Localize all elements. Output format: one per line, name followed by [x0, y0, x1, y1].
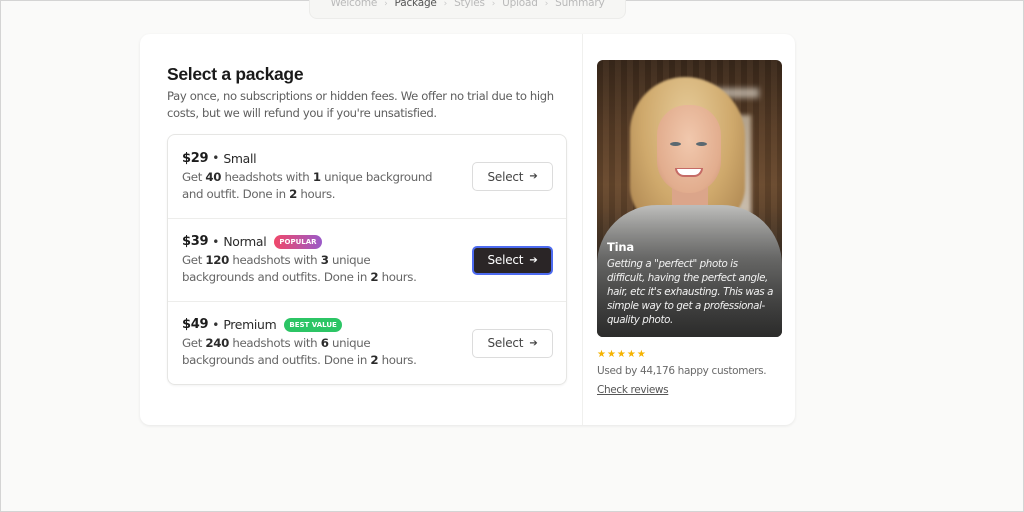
testimonial-text: Getting a "perfect" photo is difficult, … [607, 258, 774, 326]
delivery-hours: 2 [289, 186, 297, 201]
photo-face [657, 105, 721, 193]
separator-dot: • [212, 317, 220, 332]
package-header: $49 • Premium BEST VALUE [182, 317, 472, 332]
button-label: Select [487, 169, 524, 184]
headshot-count: 120 [205, 253, 229, 267]
desc-text: Get [182, 253, 206, 267]
testimonial-panel: Tina Getting a "perfect" photo is diffic… [582, 34, 795, 425]
desc-text: Get [182, 169, 206, 184]
separator-dot: • [212, 234, 220, 249]
page-subtitle: Pay once, no subscriptions or hidden fee… [167, 89, 554, 120]
photo-eye [670, 142, 681, 146]
chevron-right-icon: › [443, 0, 448, 9]
package-name: Normal [223, 234, 267, 249]
select-small-button[interactable]: Select ➔ [472, 162, 553, 191]
background-count: 3 [320, 253, 329, 267]
package-price: $29 [182, 150, 209, 166]
button-label: Select [487, 253, 524, 267]
customer-count: Used by 44,176 happy customers. [597, 365, 767, 377]
desc-text: headshots with [228, 253, 321, 267]
chevron-right-icon: › [384, 0, 388, 9]
package-option-small: $29 • Small Get 40 headshots with 1 uniq… [168, 135, 566, 218]
package-price: $49 [182, 317, 209, 332]
package-list: $29 • Small Get 40 headshots with 1 uniq… [167, 134, 567, 385]
package-description: Get 240 headshots with 6 unique backgrou… [182, 335, 442, 369]
breadcrumb-step-welcome[interactable]: Welcome [331, 0, 378, 9]
chevron-right-icon: › [544, 0, 549, 9]
select-premium-button[interactable]: Select ➔ [472, 328, 553, 358]
testimonial-photo: Tina Getting a "perfect" photo is diffic… [597, 60, 782, 337]
desc-text: headshots with [221, 169, 313, 184]
headshot-count: 240 [205, 336, 229, 350]
best-value-badge: BEST VALUE [284, 317, 342, 332]
background-count: 6 [320, 336, 329, 350]
breadcrumb-step-summary[interactable]: Summary [555, 0, 605, 9]
package-description: Get 120 headshots with 3 unique backgrou… [182, 252, 442, 286]
arrow-right-icon: ➔ [529, 254, 538, 266]
desc-text: Get [182, 336, 206, 350]
package-selection: Select a package Pay once, no subscripti… [140, 34, 582, 425]
chevron-right-icon: › [491, 0, 496, 9]
popular-badge: POPULAR [274, 234, 322, 249]
page-title: Select a package [167, 64, 304, 84]
arrow-right-icon: ➔ [529, 171, 538, 182]
photo-eye [696, 142, 707, 146]
select-normal-button[interactable]: Select ➔ [472, 245, 553, 275]
package-name: Premium [223, 317, 277, 332]
package-card: Select a package Pay once, no subscripti… [140, 34, 795, 425]
check-reviews-link[interactable]: Check reviews [597, 384, 669, 396]
separator-dot: • [212, 151, 220, 165]
package-info: $39 • Normal POPULAR Get 120 headshots w… [182, 234, 472, 286]
breadcrumb-step-package[interactable]: Package [395, 0, 437, 9]
testimonial-name: Tina [607, 240, 634, 254]
button-label: Select [487, 336, 524, 350]
package-description: Get 40 headshots with 1 unique backgroun… [182, 169, 442, 203]
package-option-premium: $49 • Premium BEST VALUE Get 240 headsho… [168, 301, 566, 384]
desc-text: hours. [378, 270, 417, 284]
package-name: Small [223, 150, 257, 166]
arrow-right-icon: ➔ [529, 337, 538, 349]
package-info: $29 • Small Get 40 headshots with 1 uniq… [182, 151, 472, 203]
testimonial-quote: Tina Getting a "perfect" photo is diffic… [607, 240, 774, 327]
package-option-normal: $39 • Normal POPULAR Get 120 headshots w… [168, 218, 566, 301]
package-info: $49 • Premium BEST VALUE Get 240 headsho… [182, 317, 472, 369]
desc-text: headshots with [228, 336, 321, 350]
breadcrumb-step-upload[interactable]: Upload [502, 0, 538, 9]
package-header: $39 • Normal POPULAR [182, 234, 472, 249]
star-rating-icon: ★★★★★ [597, 349, 647, 360]
background-count: 1 [312, 169, 321, 184]
breadcrumb: Welcome › Package › Styles › Upload › Su… [309, 0, 626, 19]
desc-text: hours. [378, 353, 417, 367]
page-frame: Welcome › Package › Styles › Upload › Su… [0, 0, 1024, 512]
desc-text: hours. [296, 186, 336, 201]
package-header: $29 • Small [182, 151, 472, 166]
headshot-count: 40 [205, 169, 222, 184]
breadcrumb-step-styles[interactable]: Styles [454, 0, 485, 9]
package-price: $39 [182, 234, 209, 249]
